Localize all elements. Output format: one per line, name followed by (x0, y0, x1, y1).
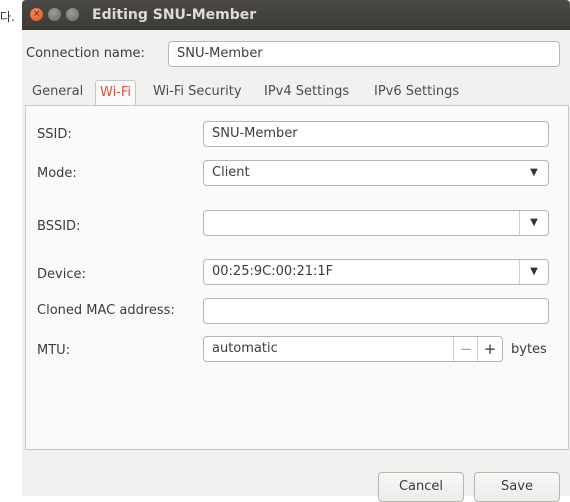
ssid-input[interactable]: SNU-Member (203, 121, 549, 147)
tab-ipv6-settings[interactable]: IPv6 Settings (370, 80, 463, 106)
edit-connection-dialog: × Editing SNU-Member Connection name: SN… (22, 0, 570, 502)
bssid-label: BSSID: (37, 219, 81, 234)
device-combo[interactable]: 00:25:9C:00:21:1F ▼ (203, 259, 549, 285)
mtu-value: automatic (212, 341, 278, 356)
tab-ipv4-settings[interactable]: IPv4 Settings (260, 80, 353, 106)
mode-value: Client (212, 165, 250, 180)
mtu-unit-label: bytes (511, 342, 547, 357)
close-window-icon[interactable]: × (30, 8, 43, 21)
maximize-window-icon[interactable] (66, 8, 79, 21)
connection-name-input[interactable]: SNU-Member (168, 41, 560, 67)
cancel-button[interactable]: Cancel (378, 472, 464, 502)
device-value: 00:25:9C:00:21:1F (212, 264, 334, 279)
save-button[interactable]: Save (474, 472, 560, 502)
bssid-combo[interactable]: ▼ (203, 210, 549, 236)
mtu-label: MTU: (37, 343, 71, 358)
window-title: Editing SNU-Member (92, 7, 257, 23)
device-label: Device: (37, 267, 86, 282)
mtu-spinbutton[interactable]: automatic − + (203, 336, 503, 362)
decrement-button[interactable]: − (453, 337, 478, 361)
mode-select[interactable]: Client ▼ (203, 160, 549, 186)
chevron-down-icon[interactable]: ▼ (519, 211, 548, 235)
wifi-settings-panel: SSID: SNU-Member Mode: Client ▼ BSSID: ▼… (25, 105, 569, 450)
mode-label: Mode: (37, 166, 77, 181)
chevron-down-icon: ▼ (530, 167, 538, 178)
tab-wifi[interactable]: Wi-Fi (95, 80, 137, 106)
increment-button[interactable]: + (477, 337, 502, 361)
cloned-mac-label: Cloned MAC address: (37, 303, 175, 318)
chevron-down-icon[interactable]: ▼ (519, 260, 548, 284)
tab-general[interactable]: General (28, 80, 87, 106)
tab-wifi-security[interactable]: Wi-Fi Security (149, 80, 246, 106)
connection-name-label: Connection name: (26, 46, 145, 61)
ssid-label: SSID: (37, 127, 72, 142)
cloned-mac-input[interactable] (203, 298, 549, 324)
stray-korean-text: 다. (0, 10, 15, 24)
titlebar: × Editing SNU-Member (22, 0, 570, 30)
minimize-window-icon[interactable] (48, 8, 61, 21)
